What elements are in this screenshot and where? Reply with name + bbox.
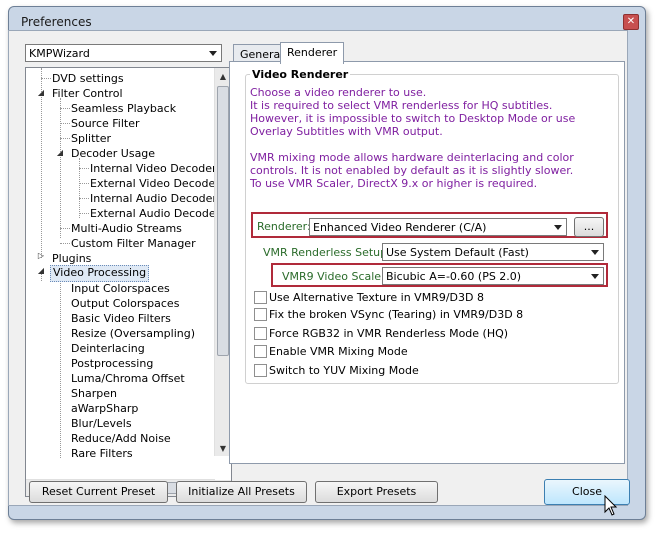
description-line: Choose a video renderer to use. bbox=[250, 86, 427, 99]
description-line: To use VMR Scaler, DirectX 9.x or higher… bbox=[250, 177, 538, 190]
tab-renderer[interactable]: Renderer bbox=[280, 42, 345, 64]
settings-tree[interactable]: ◢ ◢ ▷ ◢ DVD settings Filter Control Seam… bbox=[25, 67, 232, 497]
tree-item[interactable]: Resize (Oversampling) bbox=[71, 326, 195, 341]
checkbox-alt-texture[interactable] bbox=[254, 291, 267, 304]
setup-value: Use System Default (Fast) bbox=[386, 246, 529, 259]
group-title: Video Renderer bbox=[250, 68, 351, 81]
description-line: It is required to select VMR renderless … bbox=[250, 99, 553, 112]
renderer-select[interactable]: Enhanced Video Renderer (C/A) bbox=[309, 218, 567, 236]
mouse-cursor-icon bbox=[604, 495, 618, 516]
tree-item[interactable]: Output Colorspaces bbox=[71, 296, 179, 311]
tree-item[interactable]: aWarpSharp bbox=[71, 401, 138, 416]
reset-preset-button[interactable]: Reset Current Preset bbox=[29, 481, 168, 503]
tree-item-selected[interactable]: Video Processing bbox=[50, 265, 150, 282]
chevron-down-icon[interactable] bbox=[588, 269, 602, 283]
tree-item[interactable]: Reduce/Add Noise bbox=[71, 431, 171, 446]
renderer-value: Enhanced Video Renderer (C/A) bbox=[313, 221, 487, 234]
tree-item[interactable]: Postprocessing bbox=[71, 356, 153, 371]
description-line: controls. It is not enabled by default a… bbox=[250, 164, 574, 177]
tree-item[interactable]: Blur/Levels bbox=[71, 416, 132, 431]
renderer-label: Renderer: bbox=[257, 220, 311, 233]
checkbox-label[interactable]: Fix the broken VSync (Tearing) in VMR9/D… bbox=[269, 308, 523, 321]
chevron-down-icon[interactable] bbox=[206, 46, 220, 60]
tree-item[interactable]: Custom Filter Manager bbox=[71, 236, 196, 251]
description-line: VMR mixing mode allows hardware deinterl… bbox=[250, 151, 574, 164]
description-line: Overlay Subtitles with VMR output. bbox=[250, 125, 443, 138]
tree-item[interactable]: Luma/Chroma Offset bbox=[71, 371, 185, 386]
browse-button[interactable]: ... bbox=[574, 217, 604, 237]
tree-item[interactable]: Internal Video Decoder bbox=[90, 161, 217, 176]
collapse-icon[interactable]: ◢ bbox=[37, 89, 45, 97]
collapse-icon[interactable]: ◢ bbox=[37, 267, 45, 275]
expand-icon[interactable]: ▷ bbox=[37, 252, 45, 260]
checkbox-fix-vsync[interactable] bbox=[254, 308, 267, 321]
setup-label: VMR Renderless Setup: bbox=[263, 246, 391, 259]
tree-item[interactable]: Deinterlacing bbox=[71, 341, 145, 356]
checkbox-yuv-mixing[interactable] bbox=[254, 364, 267, 377]
window-title: Preferences bbox=[21, 15, 92, 29]
scaler-label: VMR9 Video Scaler: bbox=[282, 270, 390, 283]
video-scaler-select[interactable]: Bicubic A=-0.60 (PS 2.0) bbox=[382, 267, 604, 285]
initialize-presets-button[interactable]: Initialize All Presets bbox=[176, 481, 307, 503]
tree-item[interactable]: Multi-Audio Streams bbox=[71, 221, 182, 236]
chevron-down-icon[interactable] bbox=[588, 245, 602, 259]
tree-item[interactable]: Rare Filters bbox=[71, 446, 133, 461]
tree-item[interactable]: Plugins bbox=[52, 251, 91, 266]
renderless-setup-select[interactable]: Use System Default (Fast) bbox=[382, 243, 604, 261]
close-icon[interactable]: ✕ bbox=[623, 14, 639, 30]
description-line: However, it is impossible to switch to D… bbox=[250, 112, 576, 125]
tree-item[interactable]: Internal Audio Decoder bbox=[90, 191, 217, 206]
scroll-thumb[interactable] bbox=[217, 86, 229, 356]
tree-item[interactable]: DVD settings bbox=[52, 71, 124, 86]
export-presets-button[interactable]: Export Presets bbox=[315, 481, 438, 503]
tree-item[interactable]: External Audio Decoder bbox=[90, 206, 220, 221]
tree-item[interactable]: Input Colorspaces bbox=[71, 281, 170, 296]
checkbox-label[interactable]: Enable VMR Mixing Mode bbox=[269, 345, 408, 358]
checkbox-label[interactable]: Use Alternative Texture in VMR9/D3D 8 bbox=[269, 291, 484, 304]
preset-value: KMPWizard bbox=[29, 47, 90, 60]
tree-item[interactable]: Basic Video Filters bbox=[71, 311, 171, 326]
tree-item[interactable]: Decoder Usage bbox=[71, 146, 155, 161]
checkbox-vmr-mixing[interactable] bbox=[254, 345, 267, 358]
preset-select[interactable]: KMPWizard bbox=[25, 44, 222, 62]
collapse-icon[interactable]: ◢ bbox=[56, 149, 64, 157]
tree-item[interactable]: Seamless Playback bbox=[71, 101, 176, 116]
checkbox-label[interactable]: Switch to YUV Mixing Mode bbox=[269, 364, 419, 377]
tree-item[interactable]: Sharpen bbox=[71, 386, 117, 401]
tree-item[interactable]: External Video Decoder bbox=[90, 176, 220, 191]
checkbox-force-rgb32[interactable] bbox=[254, 327, 267, 340]
checkbox-label[interactable]: Force RGB32 in VMR Renderless Mode (HQ) bbox=[269, 327, 508, 340]
chevron-down-icon[interactable] bbox=[551, 220, 565, 234]
scaler-value: Bicubic A=-0.60 (PS 2.0) bbox=[386, 270, 522, 283]
tree-item[interactable]: Splitter bbox=[71, 131, 111, 146]
tree-item[interactable]: Source Filter bbox=[71, 116, 140, 131]
tree-item[interactable]: Filter Control bbox=[52, 86, 123, 101]
